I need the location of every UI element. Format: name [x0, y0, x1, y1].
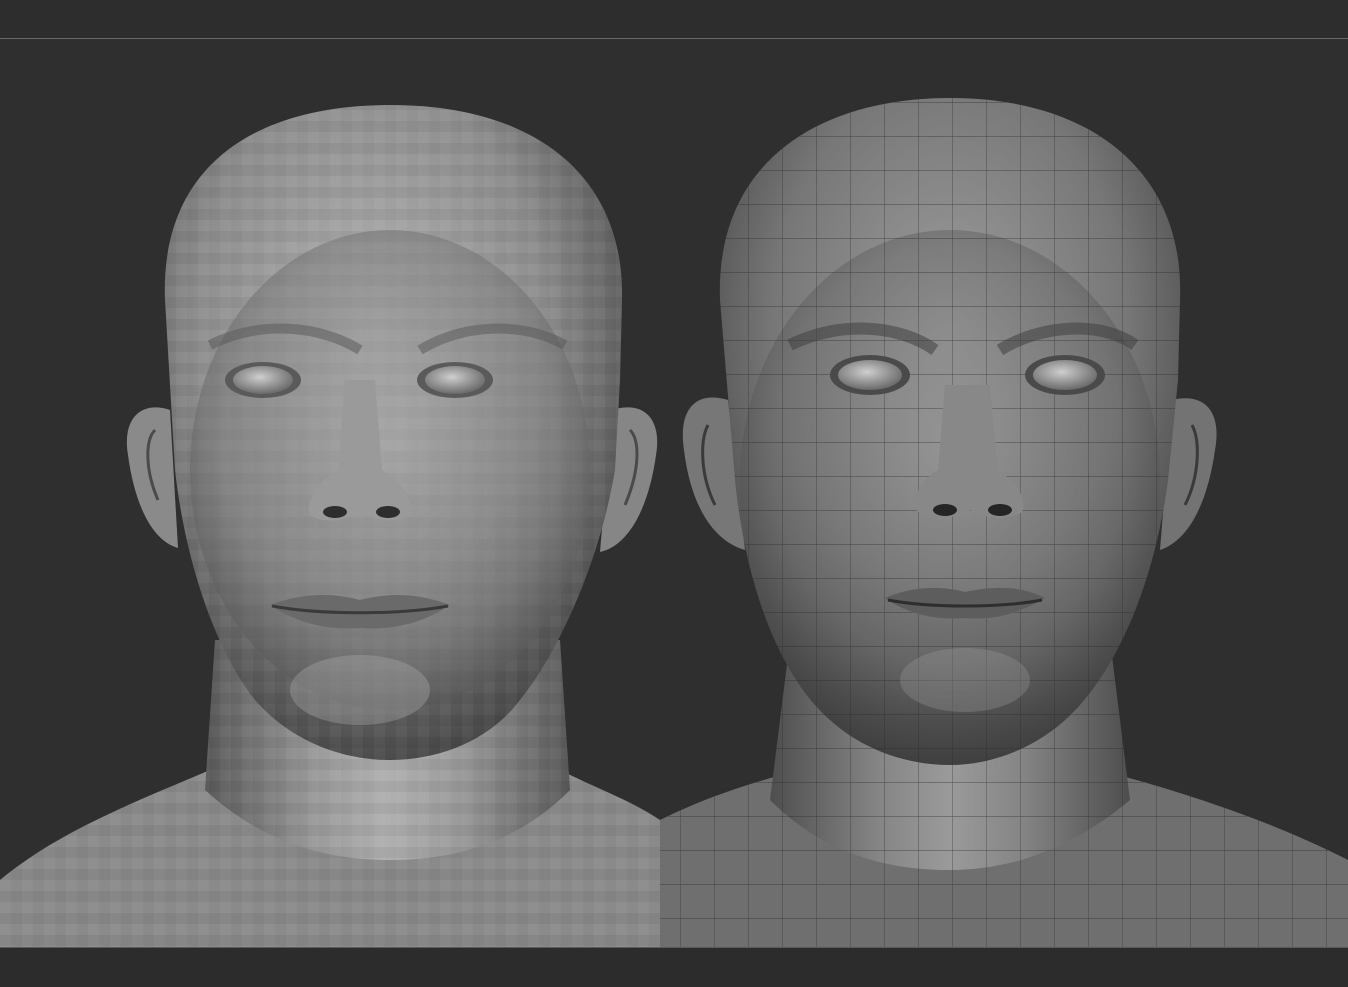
low-res-head-model[interactable]: [0, 100, 660, 948]
zbrush-3d-viewport[interactable]: [0, 0, 1348, 987]
head-models-canvas[interactable]: [0, 0, 1348, 987]
left-ear-left: [126, 407, 178, 548]
high-res-head-model[interactable]: [660, 90, 1348, 948]
viewport-bottom-bar: [0, 948, 1348, 987]
